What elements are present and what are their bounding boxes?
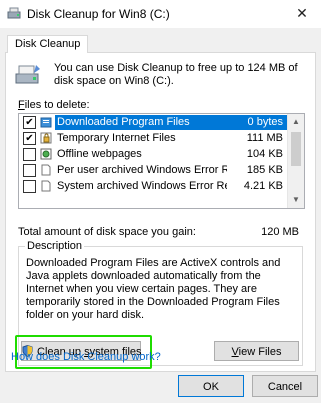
item-name: System archived Windows Error Repor... — [57, 180, 227, 192]
item-size: 185 KB — [246, 164, 283, 176]
drive-cleanup-icon — [15, 65, 40, 84]
item-size: 0 bytes — [227, 115, 287, 130]
view-label-rest: iew Files — [238, 346, 282, 358]
list-item[interactable]: ✔ Temporary Internet Files 111 MB — [19, 131, 287, 146]
view-files-button[interactable]: View Files — [214, 341, 299, 361]
checkbox[interactable] — [23, 164, 36, 177]
close-button[interactable]: ✕ — [287, 0, 317, 26]
title-bar: Disk Cleanup for Win8 (C:) ✕ — [0, 0, 321, 28]
checkbox[interactable]: ✔ — [23, 132, 36, 145]
tab-disk-cleanup[interactable]: Disk Cleanup — [7, 35, 89, 53]
offline-webpage-icon — [40, 148, 52, 160]
list-item[interactable]: Offline webpages 104 KB — [19, 147, 287, 162]
dialog-body: Disk Cleanup You can use Disk Cleanup to… — [0, 28, 321, 403]
description-text: Downloaded Program Files are ActiveX con… — [26, 257, 281, 321]
list-item[interactable]: Per user archived Windows Error Repo... … — [19, 163, 287, 178]
item-size: 4.21 KB — [243, 180, 283, 192]
item-name: Per user archived Windows Error Repo... — [57, 164, 227, 176]
item-name: Offline webpages — [57, 148, 142, 160]
list-item[interactable]: ✔ Downloaded Program Files 0 bytes — [19, 115, 287, 130]
description-legend: Description — [25, 240, 85, 252]
window-title: Disk Cleanup for Win8 (C:) — [27, 7, 170, 21]
checkbox[interactable]: ✔ — [23, 116, 36, 129]
lock-icon — [40, 132, 52, 144]
cancel-button[interactable]: Cancel — [252, 375, 318, 397]
item-size: 111 MB — [246, 132, 283, 144]
disk-cleanup-icon — [7, 7, 21, 19]
vertical-scrollbar[interactable]: ▲ ▼ — [287, 114, 304, 208]
checkbox[interactable] — [23, 180, 36, 193]
item-size: 104 KB — [246, 148, 283, 160]
view-label-accel: V — [231, 346, 239, 358]
tab-panel: You can use Disk Cleanup to free up to 1… — [5, 52, 316, 372]
document-icon — [41, 180, 51, 192]
ok-button[interactable]: OK — [178, 375, 244, 397]
total-label: Total amount of disk space you gain: — [18, 226, 196, 238]
header-description: You can use Disk Cleanup to free up to 1… — [54, 62, 298, 87]
list-item[interactable]: System archived Windows Error Repor... 4… — [19, 179, 287, 194]
item-name: Temporary Internet Files — [57, 132, 176, 144]
checkbox[interactable] — [23, 148, 36, 161]
item-name: Downloaded Program Files — [55, 115, 227, 130]
files-label-accel: F — [18, 99, 25, 111]
folder-download-icon — [40, 117, 52, 128]
total-value: 120 MB — [261, 226, 299, 238]
scroll-down-icon[interactable]: ▼ — [288, 192, 304, 208]
help-link[interactable]: How does Disk Cleanup work? — [11, 351, 161, 363]
files-to-delete-label: Files to delete: — [18, 99, 90, 111]
files-list[interactable]: ✔ Downloaded Program Files 0 bytes ✔ Tem… — [18, 113, 305, 209]
scroll-up-icon[interactable]: ▲ — [288, 114, 304, 130]
scrollbar-thumb[interactable] — [291, 132, 301, 166]
document-icon — [41, 164, 51, 176]
files-label-rest: iles to delete: — [24, 99, 90, 111]
